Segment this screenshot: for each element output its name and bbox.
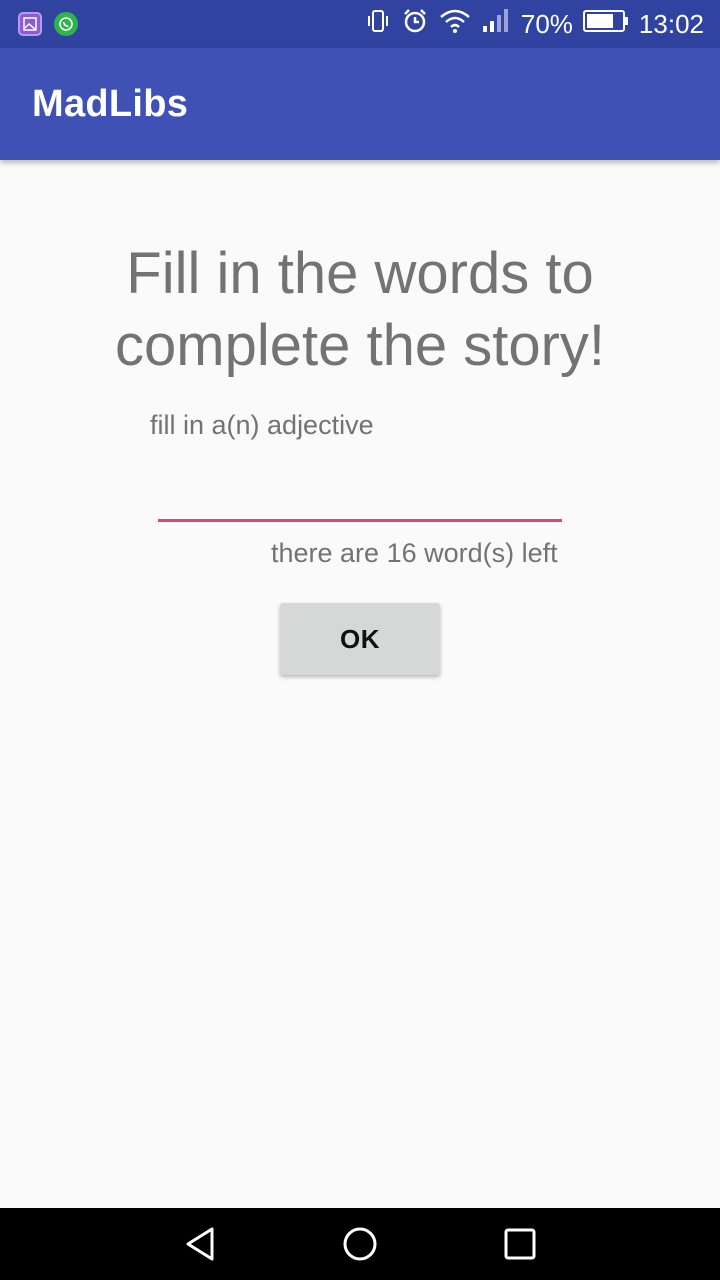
back-icon[interactable] bbox=[175, 1219, 225, 1269]
words-left-counter: there are 16 word(s) left bbox=[271, 538, 558, 568]
main-content: Fill in the words to complete the story!… bbox=[0, 160, 720, 1208]
signal-icon bbox=[481, 8, 511, 41]
word-prompt: fill in a(n) adjective bbox=[150, 410, 374, 440]
recents-icon[interactable] bbox=[495, 1219, 545, 1269]
status-right: 70% 13:02 bbox=[365, 7, 704, 42]
app-title: MadLibs bbox=[32, 82, 189, 125]
gallery-icon bbox=[18, 12, 42, 36]
whatsapp-icon bbox=[54, 12, 78, 36]
ok-button[interactable]: OK bbox=[280, 603, 440, 675]
page-heading: Fill in the words to complete the story! bbox=[115, 241, 605, 378]
word-input[interactable] bbox=[158, 460, 562, 522]
battery-icon bbox=[582, 9, 629, 40]
navigation-bar bbox=[0, 1208, 720, 1280]
home-icon[interactable] bbox=[335, 1219, 385, 1269]
clock-time: 13:02 bbox=[638, 8, 704, 39]
wifi-icon bbox=[439, 8, 471, 41]
alarm-icon bbox=[401, 7, 429, 42]
battery-percent: 70% bbox=[520, 8, 573, 39]
vibrate-icon bbox=[365, 8, 391, 41]
status-bar: 70% 13:02 bbox=[0, 0, 720, 48]
status-left bbox=[18, 12, 78, 36]
app-bar: MadLibs bbox=[0, 48, 720, 160]
